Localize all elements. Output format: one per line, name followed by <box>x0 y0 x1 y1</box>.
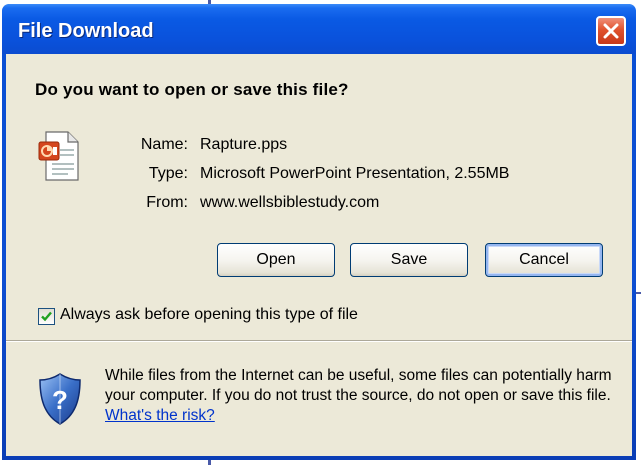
title-bar[interactable]: File Download <box>2 4 636 54</box>
cancel-button[interactable]: Cancel <box>485 243 603 277</box>
name-label: Name: <box>140 136 188 153</box>
open-button[interactable]: Open <box>217 243 335 277</box>
checkmark-icon <box>41 311 52 322</box>
from-value: www.wellsbiblestudy.com <box>200 194 380 211</box>
close-button[interactable] <box>596 16 626 46</box>
powerpoint-show-icon <box>38 131 79 181</box>
name-value: Rapture.pps <box>200 136 288 153</box>
warning-text: While files from the Internet can be use… <box>105 367 612 404</box>
shield-icon: ? <box>39 373 81 425</box>
svg-text:?: ? <box>52 385 68 415</box>
security-warning: While files from the Internet can be use… <box>105 366 615 426</box>
always-ask-label[interactable]: Always ask before opening this type of f… <box>60 306 358 324</box>
close-icon <box>603 23 619 39</box>
whats-the-risk-link[interactable]: What's the risk? <box>105 407 215 424</box>
type-label: Type: <box>148 165 188 182</box>
dialog-question: Do you want to open or save this file? <box>35 80 349 99</box>
from-label: From: <box>146 194 188 211</box>
always-ask-checkbox[interactable] <box>38 308 55 325</box>
save-button[interactable]: Save <box>350 243 468 277</box>
divider-highlight <box>6 341 632 342</box>
file-download-dialog: File Download Do you want to open or sav… <box>2 4 636 460</box>
type-value: Microsoft PowerPoint Presentation, 2.55M… <box>200 165 510 182</box>
dialog-body: Do you want to open or save this file? N… <box>6 54 632 456</box>
background-line <box>636 292 641 294</box>
dialog-title: File Download <box>18 20 154 42</box>
